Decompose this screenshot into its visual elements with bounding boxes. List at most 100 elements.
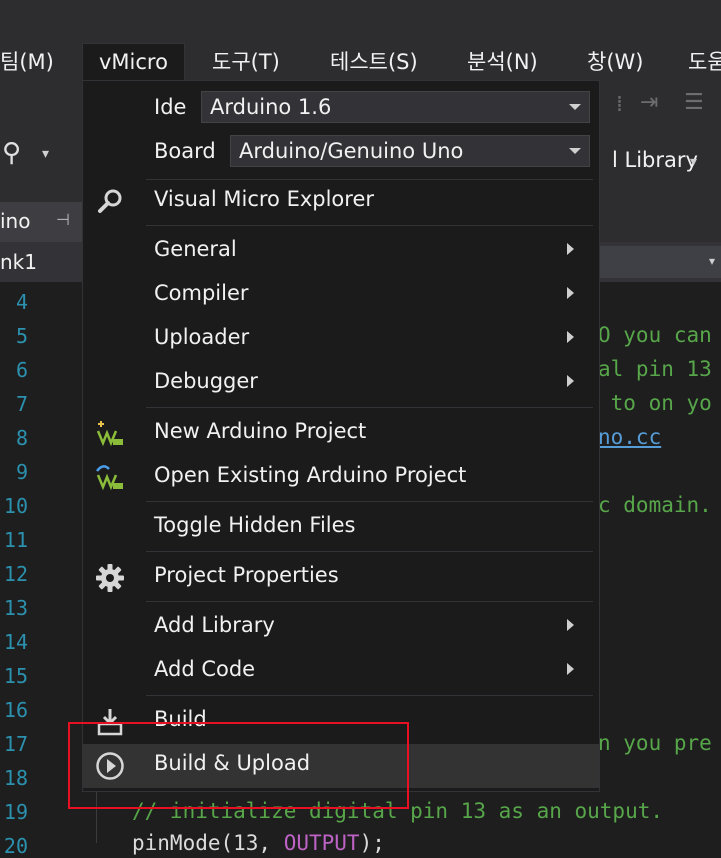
menu-vmicro[interactable]: vMicro [82, 43, 185, 80]
build-icon [97, 709, 123, 736]
menu-test[interactable]: 테스트(S) [330, 44, 418, 80]
code-comment-line: // initialize digital pin 13 as an outpu… [132, 799, 664, 823]
menu-item-compiler[interactable]: Compiler [83, 274, 599, 318]
document-tab[interactable]: ino ⊣ [0, 202, 82, 242]
menu-separator [146, 551, 593, 552]
nav-project-label[interactable]: nk1 [0, 250, 37, 274]
line-number: 12 [3, 562, 28, 586]
chevron-down-icon [569, 104, 581, 110]
menu-item-label: Debugger [154, 369, 258, 393]
menu-item-toggle-hidden-files[interactable]: Toggle Hidden Files [83, 506, 599, 550]
ide-select[interactable]: Arduino 1.6 [201, 91, 590, 123]
code-fragment: n you pre [598, 731, 712, 755]
line-number: 20 [3, 834, 28, 858]
line-number: 9 [15, 460, 28, 484]
code-link[interactable]: no.cc [598, 425, 661, 449]
format-icon[interactable]: ☰ [684, 90, 704, 115]
line-number: 15 [3, 664, 28, 688]
code-keyword: OUTPUT [283, 831, 360, 855]
library-label[interactable]: l Library [612, 148, 698, 172]
library-dropdown-icon[interactable]: ▾ [690, 154, 697, 170]
indent-icon[interactable]: ⇥ [640, 90, 658, 115]
menu-item-label: Compiler [154, 281, 249, 305]
menu-item-uploader[interactable]: Uploader [83, 318, 599, 362]
menu-separator [146, 695, 593, 696]
code-fragment: al pin 13 [598, 357, 712, 381]
line-number: 18 [3, 766, 28, 790]
search-icon[interactable]: ⚲ [2, 138, 21, 168]
menu-item-build-and-upload[interactable]: Build & Upload [83, 744, 599, 788]
menu-item-label: Open Existing Arduino Project [154, 463, 467, 487]
menu-item-label: General [154, 237, 237, 261]
menu-item-label: Build [154, 707, 207, 731]
menu-window[interactable]: 창(W) [587, 44, 643, 80]
line-number: 13 [3, 596, 28, 620]
line-number: 4 [15, 290, 28, 314]
gear-icon [96, 564, 124, 592]
ide-value: Arduino 1.6 [210, 95, 332, 119]
menu-separator [146, 501, 593, 502]
menu-item-label: Toggle Hidden Files [154, 513, 356, 537]
menu-bar: 팀(M) vMicro 도구(T) 테스트(S) 분석(N) 창(W) 도움 [0, 0, 721, 84]
menu-separator [146, 407, 593, 408]
menu-item-open-existing-arduino-project[interactable]: Open Existing Arduino Project [83, 456, 599, 500]
submenu-arrow-icon [567, 287, 574, 299]
board-select[interactable]: Arduino/Genuino Uno [230, 135, 590, 167]
line-number: 14 [3, 630, 28, 654]
line-number: 19 [3, 800, 28, 824]
code-line: pinMode(13, OUTPUT); [132, 831, 385, 855]
menu-tools[interactable]: 도구(T) [212, 44, 280, 80]
menu-item-visual-micro-explorer[interactable]: Visual Micro Explorer [83, 180, 599, 224]
line-number: 17 [3, 732, 28, 756]
document-tab-label: ino [0, 209, 31, 233]
submenu-arrow-icon [567, 243, 574, 255]
play-circle-icon [96, 752, 124, 780]
menu-item-debugger[interactable]: Debugger [83, 362, 599, 406]
dropdown-arrow-icon[interactable]: ▾ [42, 146, 49, 162]
open-project-icon [96, 465, 123, 491]
pin-icon[interactable]: ⊣ [56, 210, 70, 229]
menu-item-label: Add Library [154, 613, 275, 637]
line-number: 6 [15, 358, 28, 382]
fold-guide [96, 790, 97, 843]
submenu-arrow-icon [567, 331, 574, 343]
code-plain: ); [359, 831, 385, 855]
menu-item-add-code[interactable]: Add Code [83, 650, 599, 694]
menu-item-general[interactable]: General [83, 230, 599, 274]
menu-help[interactable]: 도움 [688, 44, 721, 80]
menu-separator [146, 601, 593, 602]
search-icon [98, 189, 122, 213]
chevron-down-icon [569, 148, 581, 154]
line-number: 7 [15, 392, 28, 416]
ide-label: Ide [154, 95, 187, 119]
line-number: 16 [3, 698, 28, 722]
submenu-arrow-icon [567, 619, 574, 631]
menu-analyze[interactable]: 분석(N) [467, 44, 538, 80]
menu-item-label: Build & Upload [154, 751, 311, 775]
menu-item-project-properties[interactable]: Project Properties [83, 556, 599, 600]
submenu-arrow-icon [567, 375, 574, 387]
new-project-icon [96, 421, 123, 447]
line-number: 8 [15, 426, 28, 450]
menu-item-add-library[interactable]: Add Library [83, 606, 599, 650]
menu-item-label: Uploader [154, 325, 250, 349]
grip-icon: ⁞ [616, 92, 623, 117]
menu-item-label: New Arduino Project [154, 419, 367, 443]
code-fragment: O you can [598, 323, 712, 347]
menu-separator [146, 225, 593, 226]
board-label: Board [154, 139, 216, 163]
code-plain: pinMode(13, [132, 831, 284, 855]
menu-item-label: Visual Micro Explorer [154, 187, 374, 211]
menu-item-build[interactable]: Build [83, 700, 599, 744]
line-number: 5 [15, 324, 28, 348]
member-dropdown[interactable]: ▾ [598, 246, 721, 278]
board-value: Arduino/Genuino Uno [239, 139, 464, 163]
menu-item-new-arduino-project[interactable]: New Arduino Project [83, 412, 599, 456]
code-fragment: to on yo [598, 391, 712, 415]
submenu-arrow-icon [567, 663, 574, 675]
menu-team[interactable]: 팀(M) [0, 44, 54, 80]
line-number: 11 [3, 528, 28, 552]
chevron-down-icon: ▾ [708, 254, 715, 268]
code-fragment: c domain. [598, 493, 712, 517]
menu-item-label: Add Code [154, 657, 256, 681]
